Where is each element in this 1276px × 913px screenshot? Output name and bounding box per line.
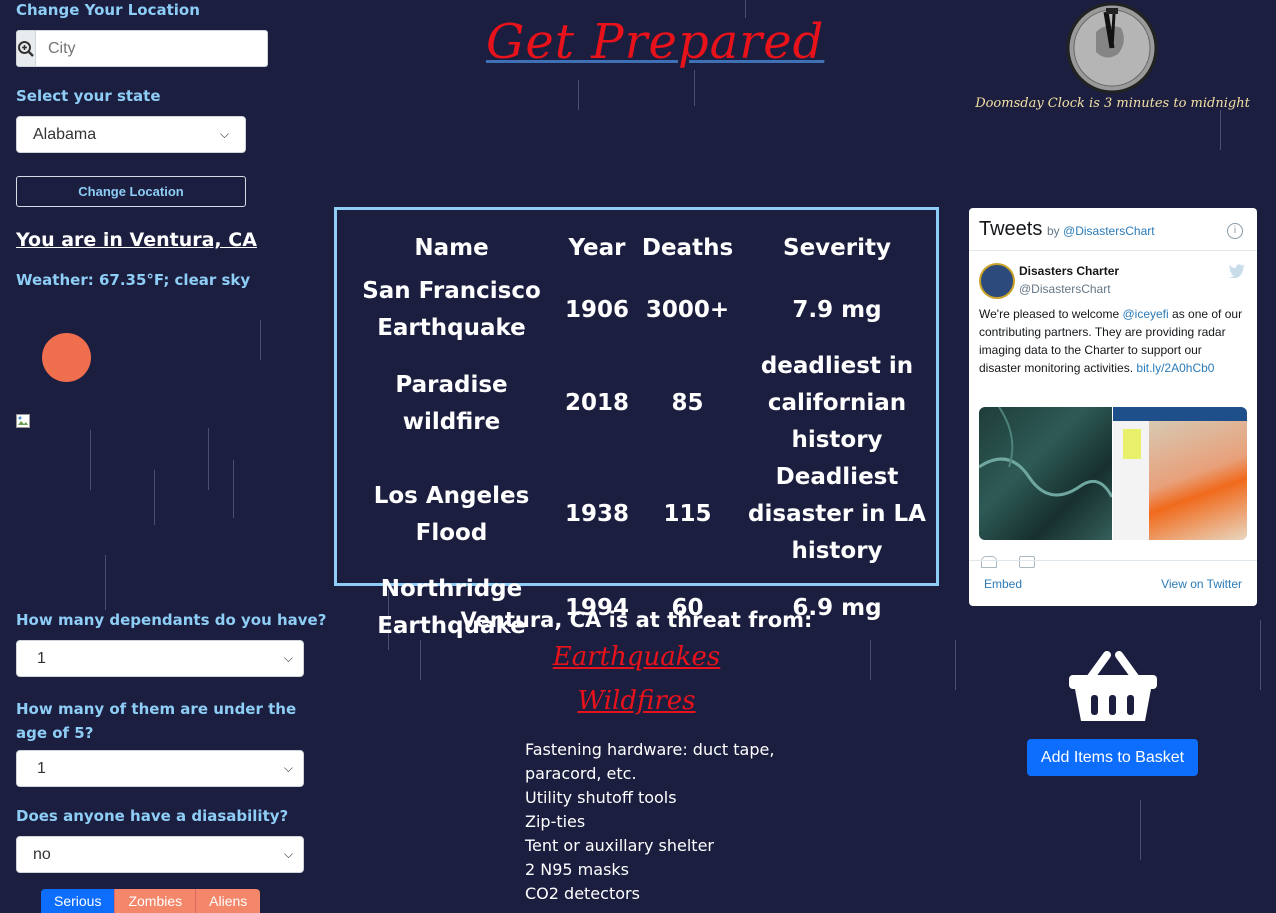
- twitter-timeline-widget: Tweets by @DisastersChart i Disasters Ch…: [969, 208, 1257, 606]
- twitter-bird-icon: [1229, 264, 1245, 283]
- tab-zombies[interactable]: Zombies: [114, 889, 196, 913]
- list-item: Fastening hardware: duct tape, paracord,…: [525, 740, 775, 783]
- tab-aliens[interactable]: Aliens: [195, 889, 261, 913]
- disaster-severity: 7.9 mg: [792, 296, 882, 323]
- threat-link-earthquakes[interactable]: Earthquakes: [553, 642, 720, 672]
- under5-select[interactable]: 1 ⌵: [16, 750, 304, 787]
- change-location-heading: Change Your Location: [16, 1, 200, 19]
- zoom-search-icon[interactable]: [16, 30, 36, 67]
- disaster-year: 1906: [564, 296, 629, 323]
- doomsday-clock-icon: [1066, 2, 1158, 94]
- disaster-name: Los Angeles Flood: [373, 482, 530, 546]
- col-name-header: Name: [414, 235, 489, 261]
- col-year-header: Year: [568, 235, 626, 261]
- current-location: You are in Ventura, CA: [16, 229, 257, 251]
- disaster-severity: Deadliest disaster in LA history: [748, 464, 926, 564]
- col-severity-header: Severity: [783, 235, 891, 261]
- satellite-image[interactable]: [978, 406, 1114, 540]
- list-item: 2 N95 masks: [525, 860, 630, 879]
- sun-icon: [42, 333, 91, 382]
- chevron-down-icon: ⌵: [283, 761, 293, 775]
- share-icon[interactable]: [1019, 556, 1035, 568]
- tab-serious[interactable]: Serious: [41, 889, 115, 913]
- disaster-deaths: 85: [671, 390, 704, 416]
- chevron-down-icon: ⌵: [283, 651, 293, 665]
- state-select[interactable]: Alabama ⌵: [16, 116, 246, 153]
- table-row: Los Angeles Flood 1938 115 Deadliest dis…: [345, 459, 935, 570]
- disaster-year: 2018: [564, 390, 629, 416]
- state-select-value: Alabama: [33, 125, 97, 143]
- tweet-url-link[interactable]: bit.ly/2A0hCb0: [1136, 361, 1214, 375]
- twitter-by: by: [1047, 224, 1060, 238]
- info-icon[interactable]: i: [1227, 223, 1243, 239]
- dependants-select-value: 1: [37, 649, 46, 667]
- chevron-down-icon: ⌵: [219, 127, 229, 141]
- dependants-select[interactable]: 1 ⌵: [16, 640, 304, 677]
- disasters-table: Name Year Deaths Severity San Francisco …: [334, 207, 939, 639]
- supplies-list: Fastening hardware: duct tape, paracord,…: [525, 738, 835, 906]
- state-label: Select your state: [16, 87, 161, 105]
- view-on-twitter-link[interactable]: View on Twitter: [1161, 577, 1242, 591]
- threat-heading: Ventura, CA is at threat from:: [460, 608, 813, 632]
- mode-tabs: Serious Zombies Aliens: [41, 889, 261, 913]
- tweet-text-start: We're pleased to welcome: [979, 307, 1123, 321]
- disability-select[interactable]: no ⌵: [16, 836, 304, 873]
- city-input[interactable]: [36, 30, 268, 67]
- disaster-year: 1938: [564, 501, 629, 527]
- avatar[interactable]: [979, 263, 1015, 299]
- clock-caption: Doomsday Clock is 3 minutes to midnight: [975, 96, 1250, 111]
- add-items-to-basket-button[interactable]: Add Items to Basket: [1027, 739, 1198, 776]
- city-search-group: [16, 30, 268, 67]
- list-item: CO2 detectors: [525, 884, 640, 903]
- col-deaths-header: Deaths: [641, 235, 734, 261]
- map-report-image[interactable]: [1113, 407, 1247, 540]
- tweet-mention-link[interactable]: @iceyefi: [1122, 307, 1168, 321]
- twitter-handle-link[interactable]: @DisastersChart: [1063, 224, 1155, 238]
- disability-label: Does anyone have a diasability?: [16, 807, 289, 825]
- tweet-author-name[interactable]: Disasters Charter: [1019, 264, 1119, 278]
- dependants-label: How many dependants do you have?: [16, 611, 327, 629]
- embed-link[interactable]: Embed: [984, 577, 1022, 591]
- disaster-name: San Francisco Earthquake: [362, 278, 541, 341]
- list-item: Zip-ties: [525, 812, 586, 831]
- list-item: Utility shutoff tools: [525, 788, 677, 807]
- basket-icon[interactable]: [1067, 651, 1159, 723]
- chevron-down-icon: ⌵: [283, 847, 293, 861]
- under5-select-value: 1: [37, 759, 46, 777]
- twitter-title: Tweets: [979, 218, 1043, 240]
- disaster-name: Paradise wildfire: [395, 371, 508, 435]
- list-item: Tent or auxillary shelter: [525, 836, 714, 855]
- threat-link-wildfires[interactable]: Wildfires: [577, 686, 695, 716]
- disaster-severity: deadliest in californian history: [760, 353, 914, 453]
- table-row: Paradise wildfire 2018 85 deadliest in c…: [345, 348, 935, 459]
- disaster-deaths: 115: [663, 501, 712, 527]
- weather-text: Weather: 67.35°F; clear sky: [16, 271, 251, 289]
- under5-label: How many of them are under the age of 5?: [16, 700, 297, 742]
- disaster-deaths: 3000+: [645, 296, 730, 323]
- change-location-button[interactable]: Change Location: [16, 176, 246, 207]
- heart-icon[interactable]: [981, 556, 997, 568]
- table-header-row: Name Year Deaths Severity: [345, 224, 935, 272]
- page-title: Get Prepared: [486, 14, 825, 70]
- table-row: San Francisco Earthquake 1906 3000+ 7.9 …: [345, 272, 935, 348]
- broken-image-icon: [16, 414, 30, 428]
- disability-select-value: no: [33, 845, 51, 863]
- tweet-author-handle[interactable]: @DisastersChart: [1019, 282, 1111, 296]
